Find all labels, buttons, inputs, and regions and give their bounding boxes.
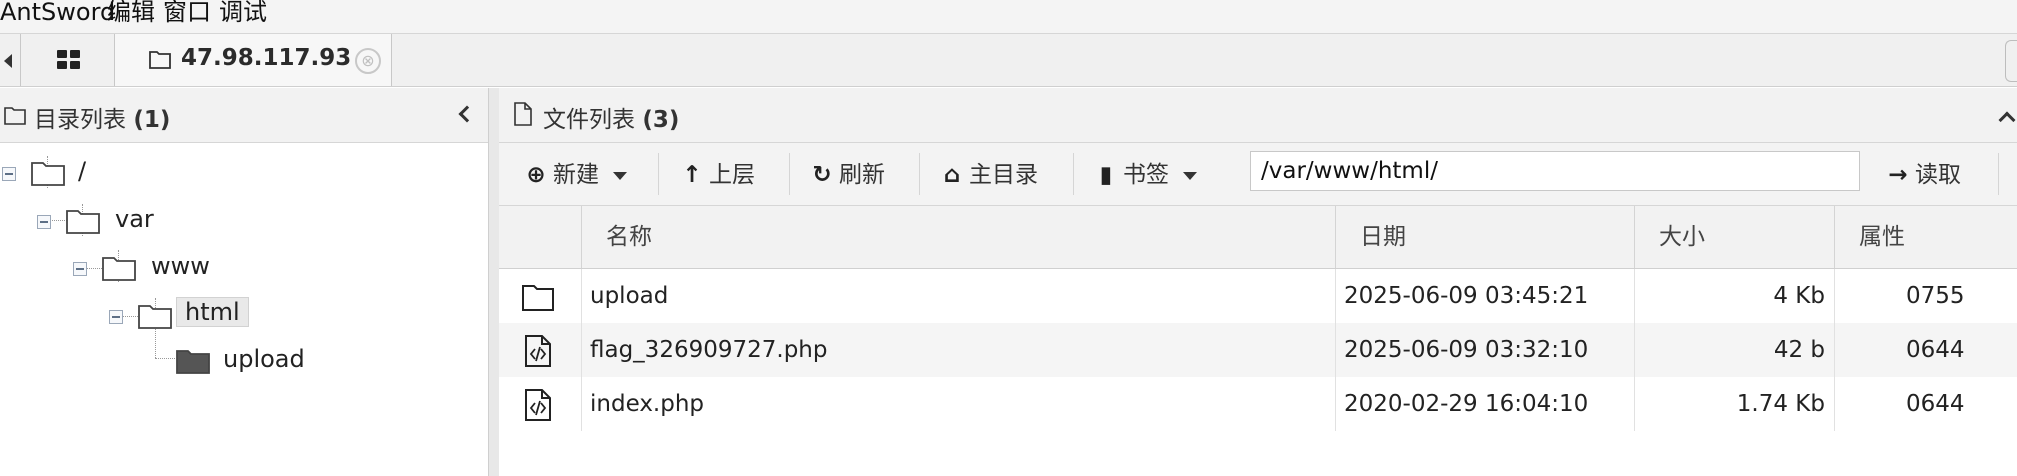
directory-panel: 目录列表 (1) / var www html upload <box>0 88 488 476</box>
up-level-button[interactable]: ↑ 上层 <box>681 155 755 193</box>
directory-panel-header: 目录列表 (1) <box>0 88 488 143</box>
file-name: flag_326909727.php <box>590 337 828 363</box>
tree-collapse-toggle[interactable] <box>2 167 16 181</box>
home-icon: ⌂ <box>943 162 961 188</box>
tree-label-selected: html <box>176 297 249 327</box>
column-header-date[interactable]: 日期 <box>1335 206 1640 268</box>
tab-shell-connection[interactable]: 47.98.117.93 ⊗ <box>114 34 392 86</box>
file-attr: 0755 <box>1906 283 1965 309</box>
directory-panel-title: 目录列表 (1) <box>34 100 170 134</box>
tree-node-root[interactable]: / <box>2 155 122 195</box>
menu-edit[interactable]: 编辑 <box>107 0 155 24</box>
folder-filled-icon <box>176 350 210 374</box>
directory-panel-title-text: 目录列表 <box>34 107 126 133</box>
folder-icon <box>4 107 26 125</box>
path-input[interactable] <box>1250 151 1860 191</box>
collapse-up-icon[interactable] <box>1999 110 2013 124</box>
refresh-icon: ↻ <box>812 162 832 188</box>
file-size: 42 b <box>1773 337 1825 363</box>
column-divider <box>1634 269 1635 431</box>
file-attr: 0644 <box>1906 337 1965 363</box>
column-header-size[interactable]: 大小 <box>1634 206 1839 268</box>
close-icon[interactable]: ⊗ <box>355 48 381 74</box>
bookmark-button[interactable]: ▮ 书签 <box>1095 155 1197 193</box>
arrow-right-icon: → <box>1888 162 1908 188</box>
tab-title: 47.98.117.93 <box>181 45 352 71</box>
file-date: 2025-06-09 03:32:10 <box>1344 337 1589 363</box>
plus-circle-icon: ⊕ <box>526 162 546 188</box>
tree-label: var <box>115 205 154 233</box>
file-size: 1.74 Kb <box>1736 391 1825 417</box>
file-grid-header: 名称 日期 大小 属性 <box>499 206 2017 269</box>
refresh-label: 刷新 <box>839 162 885 188</box>
folder-icon <box>149 51 171 69</box>
tab-scroll-right-button[interactable] <box>2005 40 2017 82</box>
tree-collapse-toggle[interactable] <box>109 310 123 324</box>
file-panel-header: 文件列表 (3) <box>499 88 2017 143</box>
refresh-button[interactable]: ↻ 刷新 <box>811 155 885 193</box>
folder-icon <box>31 162 65 186</box>
file-icon <box>514 102 532 126</box>
menu-bar: AntSword 编辑 窗口 调试 <box>0 0 2017 34</box>
tree-node-html[interactable]: html <box>109 296 269 336</box>
bookmark-label: 书签 <box>1123 162 1169 188</box>
home-dir-label: 主目录 <box>969 162 1038 188</box>
bookmark-icon: ▮ <box>1099 162 1113 188</box>
file-panel-title: 文件列表 (3) <box>543 100 679 134</box>
collapse-left-icon[interactable] <box>458 107 472 121</box>
chevron-down-icon <box>613 171 627 180</box>
tree-node-www[interactable]: www <box>73 250 223 290</box>
tab-scroll-left-button[interactable] <box>0 34 21 86</box>
column-header-attr[interactable]: 属性 <box>1834 206 2017 268</box>
file-count: (3) <box>642 107 680 133</box>
new-button[interactable]: ⊕ 新建 <box>525 155 627 193</box>
read-button[interactable]: → 读取 <box>1887 155 1961 193</box>
tree-label: upload <box>223 345 305 373</box>
column-divider <box>1335 269 1336 431</box>
folder-icon <box>522 285 554 311</box>
file-toolbar: ⊕ 新建 ↑ 上层 ↻ 刷新 ⌂ 主目录 ▮ 书签 → 读取 <box>499 143 2017 206</box>
read-label: 读取 <box>1915 162 1961 188</box>
file-attr: 0644 <box>1906 391 1965 417</box>
menu-antsword[interactable]: AntSword <box>0 0 115 24</box>
menu-debug[interactable]: 调试 <box>219 0 267 24</box>
file-size: 4 Kb <box>1773 283 1825 309</box>
folder-icon <box>66 210 100 234</box>
file-code-icon <box>525 389 551 421</box>
tree-collapse-toggle[interactable] <box>37 215 51 229</box>
column-divider <box>1834 269 1835 431</box>
tree-label: www <box>151 252 210 280</box>
tree-node-var[interactable]: var <box>37 203 177 243</box>
file-date: 2025-06-09 03:45:21 <box>1344 283 1589 309</box>
file-date: 2020-02-29 16:04:10 <box>1344 391 1589 417</box>
new-button-label: 新建 <box>553 162 599 188</box>
file-row[interactable]: upload 2025-06-09 03:45:21 4 Kb 0755 <box>499 269 2017 323</box>
file-name: upload <box>590 283 669 309</box>
menu-window[interactable]: 窗口 <box>163 0 211 24</box>
file-row[interactable]: index.php 2020-02-29 16:04:10 1.74 Kb 06… <box>499 377 2017 431</box>
tree-label: / <box>78 157 87 185</box>
tree-node-upload[interactable]: upload <box>175 343 325 383</box>
folder-icon <box>138 305 172 329</box>
file-name: index.php <box>590 391 705 417</box>
file-panel: 文件列表 (3) ⊕ 新建 ↑ 上层 ↻ 刷新 ⌂ 主目录 ▮ 书签 → 读取 名称 日期 … <box>499 88 2017 476</box>
grid-icon <box>57 50 81 70</box>
tree-collapse-toggle[interactable] <box>73 262 87 276</box>
up-level-label: 上层 <box>709 162 755 188</box>
folder-icon <box>102 257 136 281</box>
file-row[interactable]: flag_326909727.php 2025-06-09 03:32:10 4… <box>499 323 2017 377</box>
column-header-name[interactable]: 名称 <box>581 206 1356 268</box>
directory-count: (1) <box>133 107 171 133</box>
column-divider <box>581 269 582 431</box>
home-dir-button[interactable]: ⌂ 主目录 <box>941 155 1038 193</box>
file-code-icon <box>525 335 551 367</box>
tab-home-grid[interactable] <box>22 34 115 86</box>
chevron-down-icon <box>1183 171 1197 180</box>
arrow-up-icon: ↑ <box>682 162 702 188</box>
tab-bar: 47.98.117.93 ⊗ <box>0 34 2017 121</box>
file-panel-title-text: 文件列表 <box>543 107 635 133</box>
